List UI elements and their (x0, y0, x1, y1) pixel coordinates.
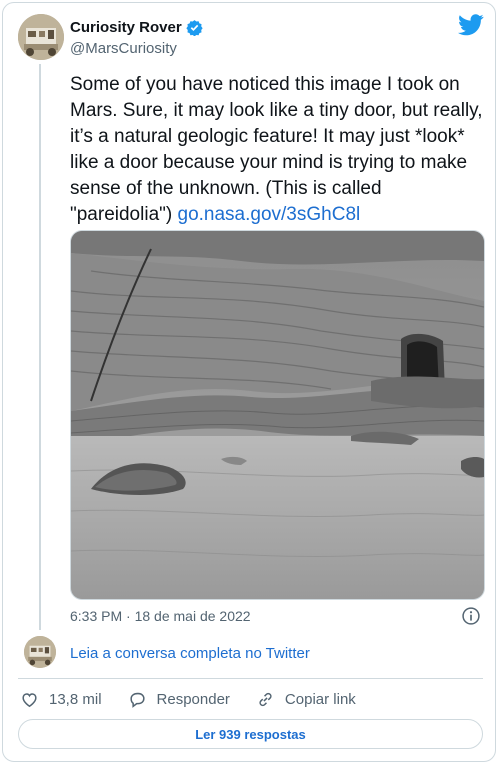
reply-button[interactable]: Responder (128, 690, 230, 709)
author-handle[interactable]: @MarsCuriosity (70, 40, 177, 57)
reply-label: Responder (156, 690, 230, 708)
author-avatar[interactable] (18, 14, 64, 60)
copy-link-button[interactable]: Copiar link (256, 690, 356, 709)
mars-rock-door-image (71, 231, 484, 599)
info-icon[interactable] (461, 606, 481, 626)
author-name-row[interactable]: Curiosity Rover (70, 19, 203, 36)
reply-icon (129, 692, 145, 708)
tweet-timestamp[interactable]: 6:33 PM · 18 de mai de 2022 (70, 608, 251, 624)
tweet-text: Some of you have noticed this image I to… (70, 72, 484, 228)
divider (18, 678, 483, 679)
like-button[interactable]: 13,8 mil (20, 690, 102, 709)
action-bar: 13,8 mil Responder Copiar link (20, 688, 382, 710)
read-replies-label: Ler 939 respostas (195, 726, 306, 742)
heart-icon (22, 692, 37, 707)
thread-line (39, 64, 41, 630)
verified-badge-icon (186, 20, 203, 36)
author-avatar-small[interactable] (24, 636, 56, 668)
copy-link-label: Copiar link (284, 690, 356, 708)
tweet-photo[interactable] (70, 230, 485, 600)
read-replies-button[interactable]: Ler 939 respostas (18, 719, 483, 749)
link-icon (259, 692, 272, 706)
tweet-link[interactable]: go.nasa.gov/3sGhC8l (178, 204, 361, 225)
like-count: 13,8 mil (49, 690, 102, 708)
read-full-conversation-link[interactable]: Leia a conversa completa no Twitter (70, 645, 310, 662)
author-name[interactable]: Curiosity Rover (70, 19, 182, 36)
twitter-bird-icon[interactable] (458, 14, 484, 36)
tweet-body: Some of you have noticed this image I to… (70, 74, 483, 225)
